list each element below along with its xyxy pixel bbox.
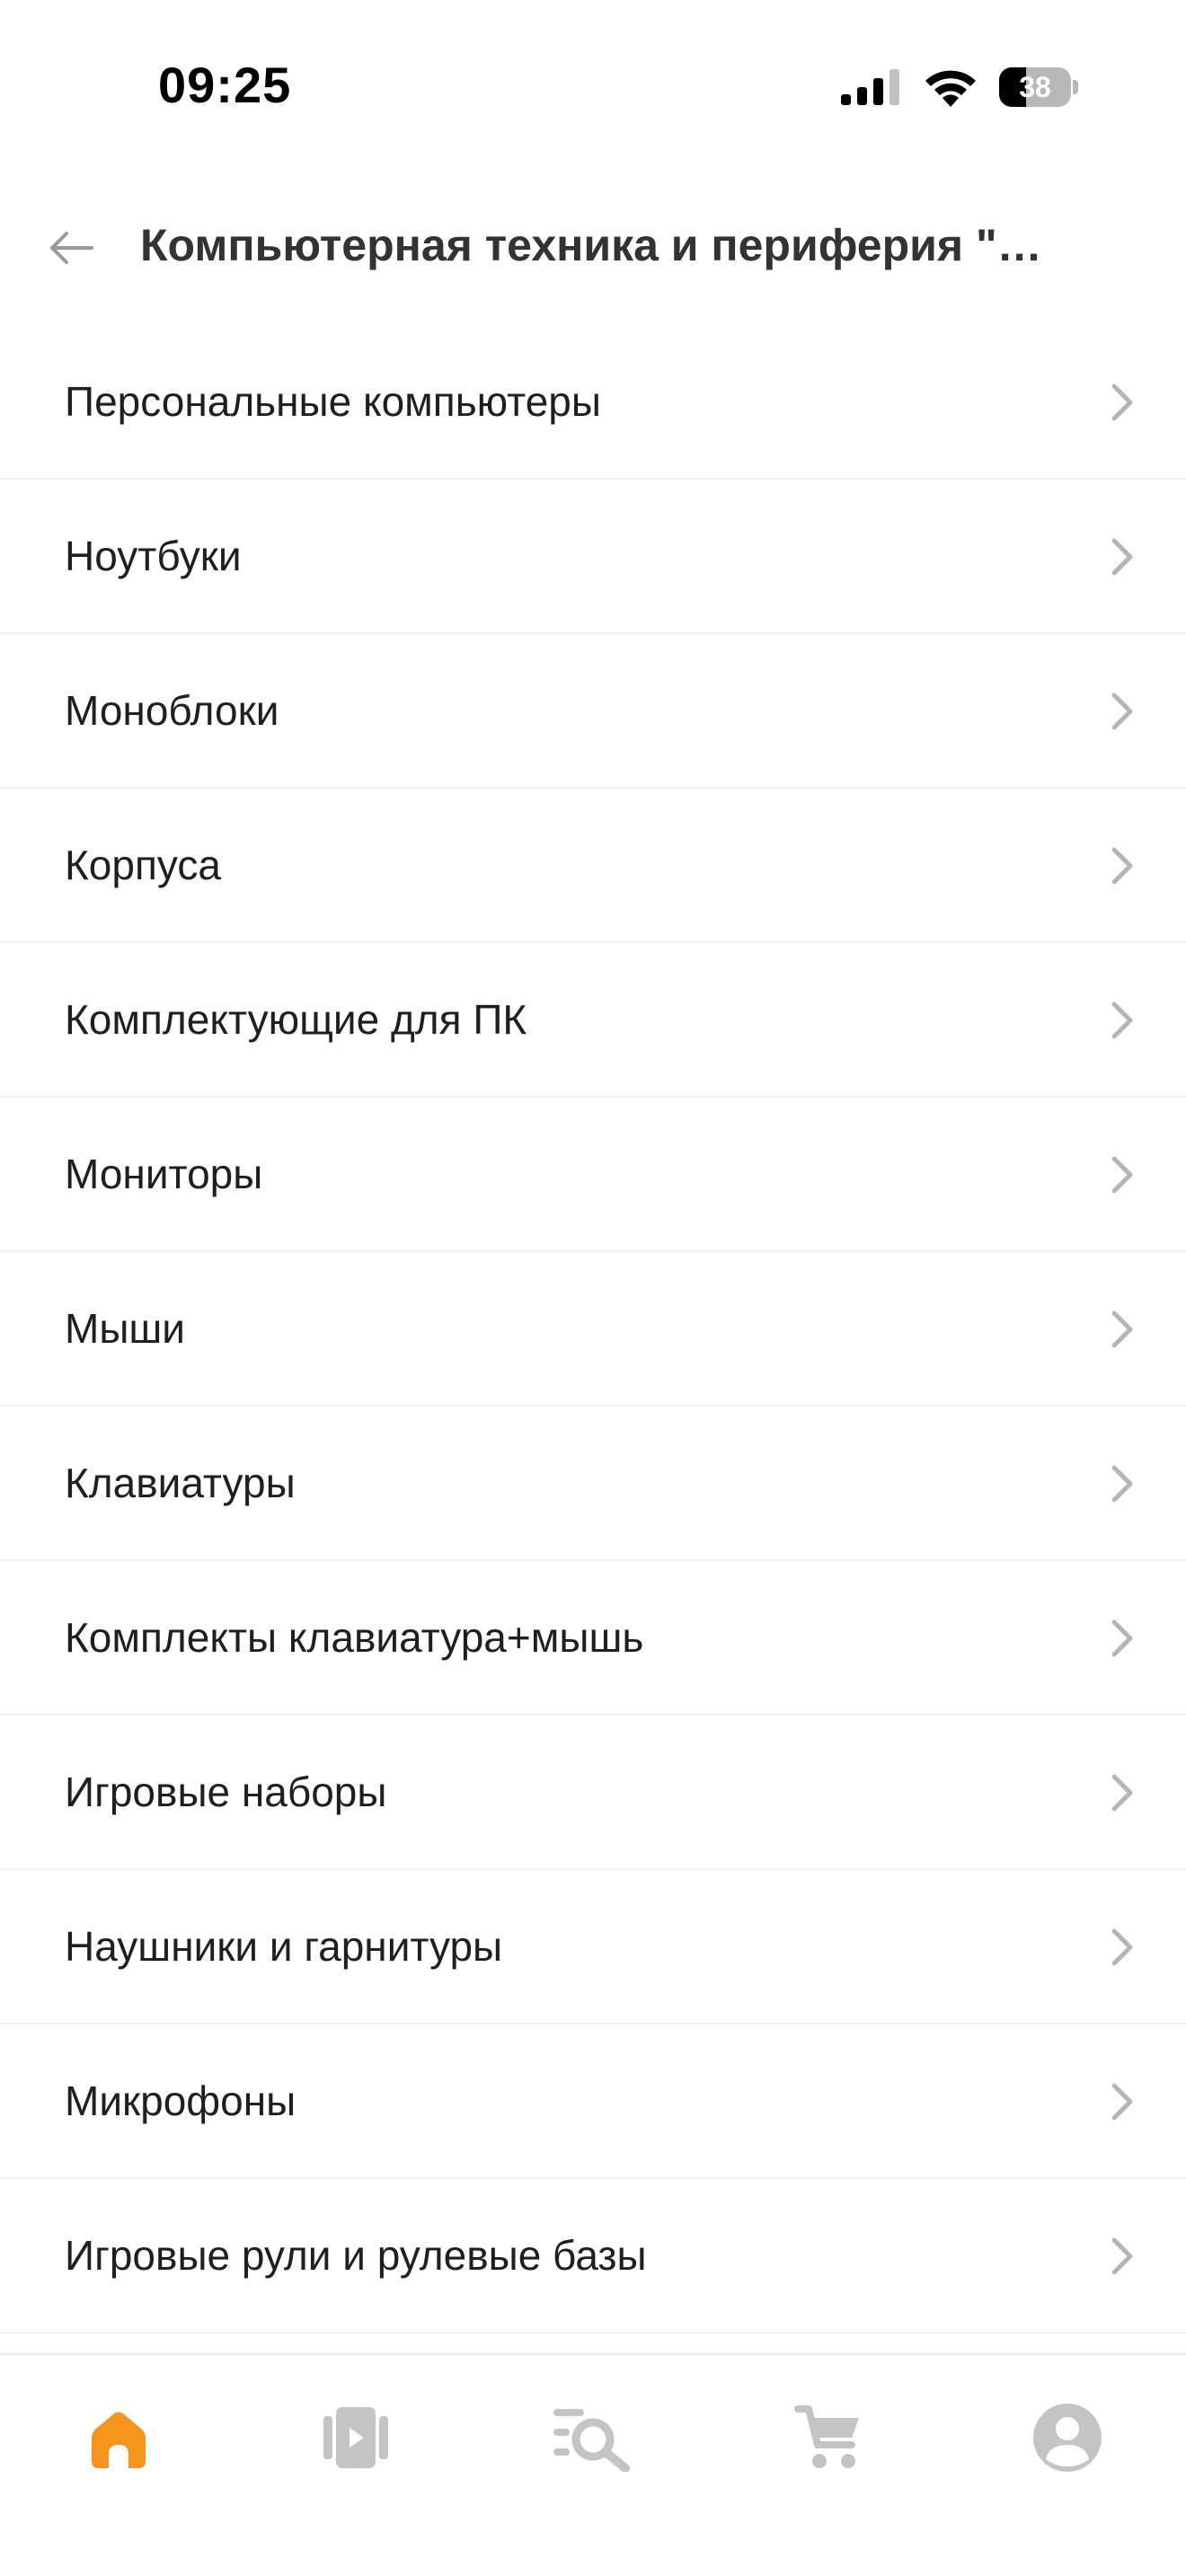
home-icon: [92, 2412, 146, 2468]
chevron-right-icon: [1111, 847, 1133, 885]
nav-profile-tab[interactable]: [1021, 2391, 1114, 2484]
list-item[interactable]: Игровые рули и рулевые базы: [0, 2179, 1186, 2333]
list-item[interactable]: Игровые наборы: [0, 1716, 1186, 1870]
cart-icon: [794, 2405, 859, 2468]
battery-icon: 38: [999, 67, 1078, 107]
chevron-right-icon: [1111, 1619, 1133, 1657]
list-item[interactable]: Мыши: [0, 1252, 1186, 1407]
video-icon: [323, 2407, 388, 2468]
chevron-right-icon: [1111, 2237, 1133, 2275]
cellular-signal-icon: [841, 69, 899, 105]
chevron-right-icon: [1111, 1928, 1133, 1966]
catalog-search-icon: [553, 2409, 630, 2472]
status-time: 09:25: [158, 57, 292, 113]
battery-tip: [1073, 80, 1078, 94]
nav-cart-tab[interactable]: [783, 2391, 877, 2484]
battery-level: 38: [1019, 70, 1051, 103]
list-item-label: Персональные компьютеры: [65, 378, 601, 425]
list-item-label: Клавиатуры: [65, 1460, 296, 1506]
list-item-label: Микрофоны: [65, 2078, 296, 2124]
chevron-right-icon: [1111, 384, 1133, 421]
list-item-label: Комплекты клавиатура+мышь: [65, 1614, 644, 1661]
category-list: Персональные компьютеры Ноутбуки Монобло…: [0, 325, 1186, 2333]
list-item-label: Игровые рули и рулевые базы: [65, 2232, 647, 2279]
chevron-right-icon: [1111, 2083, 1133, 2121]
list-item-label: Моноблоки: [65, 687, 279, 734]
chevron-right-icon: [1111, 1310, 1133, 1348]
chevron-right-icon: [1111, 693, 1133, 730]
list-item-label: Корпуса: [65, 842, 221, 888]
profile-icon: [1033, 2404, 1102, 2472]
page-title: Компьютерная техника и периферия "Со...: [140, 220, 1057, 270]
list-item[interactable]: Корпуса: [0, 789, 1186, 943]
list-item-label: Мониторы: [65, 1151, 263, 1197]
bottom-nav: [0, 2353, 1186, 2576]
nav-video-tab[interactable]: [309, 2391, 403, 2484]
screen: 09:25 38 Компьютерная техника и перифери…: [0, 0, 1186, 2576]
chevron-right-icon: [1111, 1465, 1133, 1503]
list-item-label: Комплектующие для ПК: [65, 996, 527, 1043]
list-item[interactable]: Клавиатуры: [0, 1407, 1186, 1561]
nav-home-tab[interactable]: [72, 2391, 165, 2484]
list-item[interactable]: Мониторы: [0, 1098, 1186, 1252]
back-button[interactable]: [36, 214, 104, 282]
back-arrow-icon: [50, 232, 93, 264]
list-item-label: Игровые наборы: [65, 1769, 387, 1815]
list-item-label: Ноутбуки: [65, 533, 242, 579]
battery-body: 38: [999, 67, 1071, 107]
list-item[interactable]: Ноутбуки: [0, 480, 1186, 634]
list-item-label: Мыши: [65, 1305, 185, 1352]
chevron-right-icon: [1111, 538, 1133, 576]
header: Компьютерная техника и периферия "Со...: [0, 189, 1186, 305]
list-item-label: Наушники и гарнитуры: [65, 1923, 503, 1970]
chevron-right-icon: [1111, 1774, 1133, 1812]
chevron-right-icon: [1111, 1001, 1133, 1039]
chevron-right-icon: [1111, 1156, 1133, 1194]
nav-catalog-tab[interactable]: [546, 2391, 640, 2484]
list-item[interactable]: Микрофоны: [0, 2025, 1186, 2179]
list-item[interactable]: Моноблоки: [0, 634, 1186, 789]
list-item[interactable]: Наушники и гарнитуры: [0, 1870, 1186, 2025]
list-item[interactable]: Персональные компьютеры: [0, 325, 1186, 480]
wifi-icon: [925, 70, 976, 107]
status-bar: 09:25 38: [0, 0, 1186, 171]
list-item[interactable]: Комплекты клавиатура+мышь: [0, 1561, 1186, 1716]
list-item[interactable]: Комплектующие для ПК: [0, 943, 1186, 1098]
status-icons: 38: [841, 65, 1078, 110]
